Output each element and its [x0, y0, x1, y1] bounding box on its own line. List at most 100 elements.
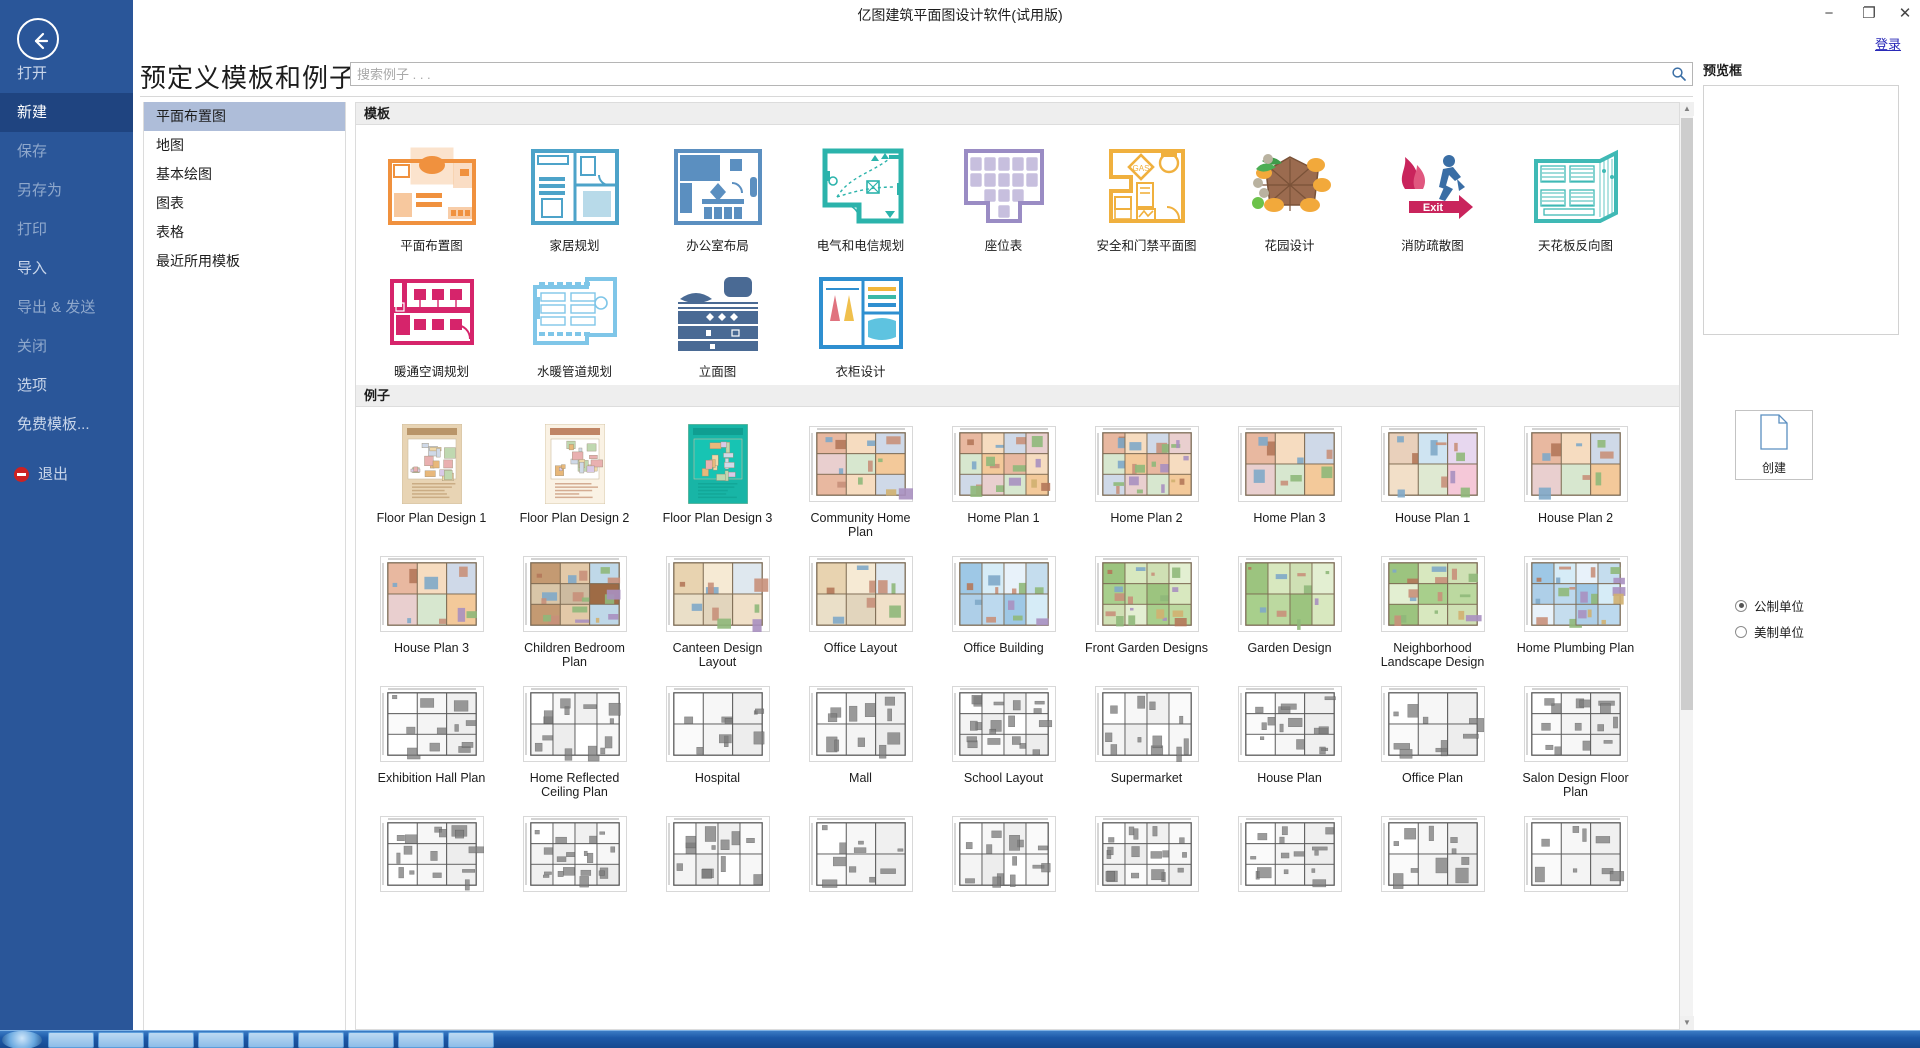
- radio-metric-indicator[interactable]: [1735, 600, 1747, 612]
- search-icon[interactable]: [1671, 66, 1687, 82]
- taskbar-item[interactable]: [398, 1032, 444, 1048]
- template-card[interactable]: 立面图: [646, 257, 789, 383]
- close-button[interactable]: ✕: [1892, 2, 1918, 26]
- taskbar-item[interactable]: [48, 1032, 94, 1048]
- category-item-0[interactable]: 平面布置图: [144, 102, 345, 131]
- example-thumbnail-plan-color: [1093, 423, 1201, 505]
- example-card[interactable]: [1218, 803, 1361, 905]
- template-thumbnail-elevation-navy: [670, 271, 766, 355]
- example-card[interactable]: School Layout: [932, 673, 1075, 803]
- taskbar-item[interactable]: [248, 1032, 294, 1048]
- template-card[interactable]: 水暖管道规划: [503, 257, 646, 383]
- sidebar-item-4[interactable]: 打印: [0, 210, 133, 249]
- example-card[interactable]: [1361, 803, 1504, 905]
- sidebar-item-8[interactable]: 选项: [0, 366, 133, 405]
- category-item-5[interactable]: 最近所用模板: [144, 247, 345, 276]
- category-item-1[interactable]: 地图: [144, 131, 345, 160]
- category-item-3[interactable]: 图表: [144, 189, 345, 218]
- taskbar-item[interactable]: [198, 1032, 244, 1048]
- taskbar-item[interactable]: [448, 1032, 494, 1048]
- example-card[interactable]: Neighborhood Landscape Design: [1361, 543, 1504, 673]
- category-item-2[interactable]: 基本绘图: [144, 160, 345, 189]
- example-card[interactable]: Office Plan: [1361, 673, 1504, 803]
- template-card[interactable]: 办公室布局: [646, 131, 789, 257]
- example-card[interactable]: [932, 803, 1075, 905]
- radio-imperial-units[interactable]: 美制单位: [1735, 622, 1804, 641]
- example-card[interactable]: [1075, 803, 1218, 905]
- template-card[interactable]: 家居规划: [503, 131, 646, 257]
- search-input[interactable]: [351, 63, 1661, 85]
- template-card[interactable]: 平面布置图: [360, 131, 503, 257]
- example-label: Floor Plan Design 3: [654, 511, 782, 525]
- example-card[interactable]: [360, 803, 503, 905]
- example-card[interactable]: Mall: [789, 673, 932, 803]
- radio-metric-units[interactable]: 公制单位: [1735, 596, 1804, 615]
- example-card[interactable]: [503, 803, 646, 905]
- example-card[interactable]: Supermarket: [1075, 673, 1218, 803]
- sidebar-item-0[interactable]: 打开: [0, 54, 133, 93]
- example-card[interactable]: [646, 803, 789, 905]
- sidebar-item-3[interactable]: 另存为: [0, 171, 133, 210]
- content-scrollbar[interactable]: ▲ ▼: [1679, 102, 1693, 1030]
- sidebar-item-2[interactable]: 保存: [0, 132, 133, 171]
- taskbar-item[interactable]: [348, 1032, 394, 1048]
- example-card[interactable]: Floor Plan Design 1: [360, 413, 503, 543]
- example-card[interactable]: House Plan 3: [360, 543, 503, 673]
- example-card[interactable]: Office Layout: [789, 543, 932, 673]
- sidebar-item-9[interactable]: 免费模板...: [0, 405, 133, 444]
- template-card[interactable]: 天花板反向图: [1504, 131, 1647, 257]
- scroll-down-arrow-icon[interactable]: ▼: [1680, 1016, 1694, 1030]
- example-card[interactable]: Community Home Plan: [789, 413, 932, 543]
- maximize-restore-button[interactable]: ❐: [1852, 2, 1886, 26]
- example-card[interactable]: House Plan: [1218, 673, 1361, 803]
- login-link[interactable]: 登录: [1875, 34, 1901, 53]
- sidebar-item-label: 打印: [17, 221, 47, 238]
- example-card[interactable]: Salon Design Floor Plan: [1504, 673, 1647, 803]
- radio-imperial-indicator[interactable]: [1735, 626, 1747, 638]
- sidebar-item-6[interactable]: 导出 & 发送: [0, 288, 133, 327]
- template-card[interactable]: Exit消防疏散图: [1361, 131, 1504, 257]
- example-card[interactable]: Children Bedroom Plan: [503, 543, 646, 673]
- example-card[interactable]: [1504, 803, 1647, 905]
- template-label: 家居规划: [511, 239, 639, 253]
- example-card[interactable]: Floor Plan Design 2: [503, 413, 646, 543]
- taskbar-item[interactable]: [98, 1032, 144, 1048]
- template-card[interactable]: 衣柜设计: [789, 257, 932, 383]
- example-card[interactable]: Home Plan 3: [1218, 413, 1361, 543]
- template-card[interactable]: 座位表: [932, 131, 1075, 257]
- example-card[interactable]: Front Garden Designs: [1075, 543, 1218, 673]
- example-card[interactable]: Home Plan 1: [932, 413, 1075, 543]
- example-card[interactable]: [789, 803, 932, 905]
- minimize-button[interactable]: −: [1812, 2, 1846, 26]
- category-item-4[interactable]: 表格: [144, 218, 345, 247]
- scrollbar-thumb[interactable]: [1681, 118, 1693, 710]
- template-card[interactable]: 电气和电信规划: [789, 131, 932, 257]
- example-card[interactable]: House Plan 1: [1361, 413, 1504, 543]
- taskbar-item[interactable]: [148, 1032, 194, 1048]
- create-button[interactable]: 创建: [1735, 410, 1813, 480]
- sidebar-item-1[interactable]: 新建: [0, 93, 133, 132]
- search-box[interactable]: [350, 62, 1693, 86]
- template-card[interactable]: GAS 安全和门禁平面图: [1075, 131, 1218, 257]
- template-label: 座位表: [940, 239, 1068, 253]
- sidebar-item-5[interactable]: 导入: [0, 249, 133, 288]
- start-button[interactable]: [2, 1031, 42, 1048]
- sidebar-item-7[interactable]: 关闭: [0, 327, 133, 366]
- example-card[interactable]: House Plan 2: [1504, 413, 1647, 543]
- template-card[interactable]: 花园设计: [1218, 131, 1361, 257]
- scroll-up-arrow-icon[interactable]: ▲: [1680, 102, 1694, 116]
- template-card[interactable]: 暖通空调规划: [360, 257, 503, 383]
- example-card[interactable]: Garden Design: [1218, 543, 1361, 673]
- template-label: 办公室布局: [654, 239, 782, 253]
- example-card[interactable]: Office Building: [932, 543, 1075, 673]
- example-card[interactable]: Home Plumbing Plan: [1504, 543, 1647, 673]
- example-card[interactable]: Home Plan 2: [1075, 413, 1218, 543]
- example-card[interactable]: Home Reflected Ceiling Plan: [503, 673, 646, 803]
- example-card[interactable]: Exhibition Hall Plan: [360, 673, 503, 803]
- example-card[interactable]: Floor Plan Design 3: [646, 413, 789, 543]
- example-label: Office Building: [940, 641, 1068, 655]
- example-card[interactable]: Hospital: [646, 673, 789, 803]
- taskbar-item[interactable]: [298, 1032, 344, 1048]
- sidebar-item-10[interactable]: 退出: [0, 455, 133, 494]
- example-card[interactable]: Canteen Design Layout: [646, 543, 789, 673]
